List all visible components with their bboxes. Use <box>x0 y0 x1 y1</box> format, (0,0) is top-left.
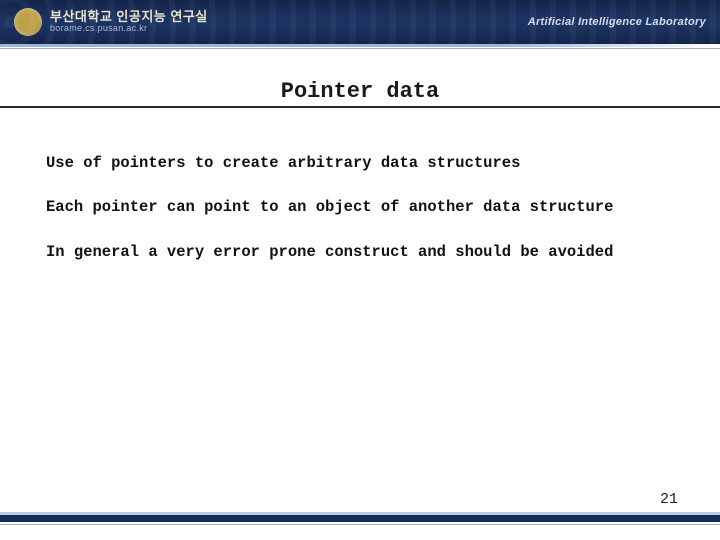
university-logo-icon <box>14 8 42 36</box>
footer-bar-dark <box>0 515 720 522</box>
body-area: Use of pointers to create arbitrary data… <box>0 108 720 263</box>
org-title: 부산대학교 인공지능 연구실 <box>50 10 208 24</box>
org-url: borame.cs.pusan.ac.kr <box>50 24 208 34</box>
header-underline <box>0 44 720 47</box>
bullet-item: Each pointer can point to an object of a… <box>46 196 682 218</box>
footer-thin-rule <box>0 524 720 525</box>
page-number: 21 <box>660 491 678 508</box>
header-spacer <box>0 49 720 79</box>
footer-bars <box>0 512 720 526</box>
header-banner: 부산대학교 인공지능 연구실 borame.cs.pusan.ac.kr Art… <box>0 0 720 44</box>
slide: 부산대학교 인공지능 연구실 borame.cs.pusan.ac.kr Art… <box>0 0 720 540</box>
header-texts: 부산대학교 인공지능 연구실 borame.cs.pusan.ac.kr <box>50 10 208 34</box>
header-left: 부산대학교 인공지능 연구실 borame.cs.pusan.ac.kr <box>14 8 208 36</box>
header-thin-underline <box>0 48 720 49</box>
footer: 21 <box>0 491 720 526</box>
lab-name: Artificial Intelligence Laboratory <box>528 16 706 28</box>
bullet-item: Use of pointers to create arbitrary data… <box>46 152 682 174</box>
slide-title: Pointer data <box>0 79 720 104</box>
bullet-item: In general a very error prone construct … <box>46 241 682 263</box>
